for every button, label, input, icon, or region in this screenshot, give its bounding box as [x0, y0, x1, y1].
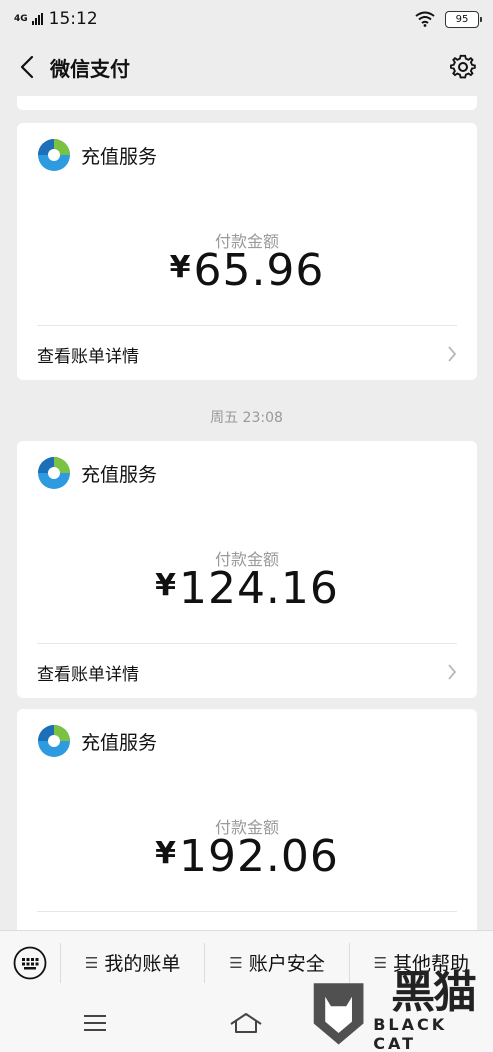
wechat-pay-service-logo	[38, 457, 70, 489]
view-bill-details-label: 查看账单详情	[37, 664, 139, 685]
chevron-right-icon	[448, 664, 457, 680]
black-cat-logo-icon	[313, 983, 364, 1045]
watermark-en: BLACK CAT	[373, 1015, 448, 1052]
payment-card: 充值服务 付款金额 ¥124.16 查看账单详情	[17, 441, 477, 698]
home-button[interactable]	[228, 1008, 264, 1038]
payment-card: 充值服务 付款金额 ¥192.06	[17, 709, 477, 949]
menu-icon: ☰	[229, 953, 243, 972]
amount-number: 124.16	[178, 563, 339, 614]
watermark: 黑猫 BLACK CAT	[308, 967, 493, 1052]
amount-value: ¥192.06	[17, 831, 477, 882]
merchant-name: 充值服务	[81, 145, 158, 168]
currency-symbol: ¥	[155, 836, 177, 871]
view-bill-details-link[interactable]: 查看账单详情	[37, 326, 457, 382]
back-button[interactable]	[12, 47, 42, 87]
amount-value: ¥124.16	[17, 563, 477, 614]
status-bar: 4G 15:12 95	[0, 0, 493, 38]
menu-icon: ☰	[373, 953, 388, 972]
battery-icon: 95	[445, 10, 482, 28]
status-time: 15:12	[48, 9, 98, 29]
date-separator: 周五 23:08	[210, 410, 283, 426]
wechat-pay-service-logo	[38, 139, 70, 171]
keyboard-icon	[13, 946, 47, 979]
signal-icon	[31, 13, 43, 25]
menu-icon: ☰	[84, 953, 99, 972]
menu-my-bills[interactable]: ☰ 我的账单	[60, 942, 204, 983]
merchant-name: 充值服务	[81, 731, 158, 754]
merchant-header: 充值服务	[37, 456, 157, 490]
settings-gear-icon	[450, 54, 476, 79]
network-indicator: 4G	[14, 13, 28, 24]
view-bill-details-link[interactable]: 查看账单详情	[37, 644, 457, 700]
currency-symbol: ¥	[169, 250, 192, 285]
previous-card-partial	[17, 96, 477, 110]
home-icon	[230, 1013, 262, 1033]
merchant-header: 充值服务	[37, 138, 157, 172]
menu-icon	[84, 1015, 106, 1031]
nav-bar: 微信支付	[0, 38, 493, 96]
battery-level: 95	[455, 13, 469, 25]
wechat-pay-service-logo	[38, 725, 70, 757]
watermark-cn: 黑猫	[391, 967, 477, 1018]
card-divider	[37, 911, 457, 912]
view-bill-details-label: 查看账单详情	[37, 346, 139, 367]
currency-symbol: ¥	[155, 568, 177, 603]
amount-number: 192.06	[178, 831, 339, 882]
wifi-icon	[415, 11, 435, 27]
merchant-header: 充值服务	[37, 724, 157, 758]
amount-number: 65.96	[193, 245, 325, 296]
keyboard-toggle-button[interactable]	[0, 931, 60, 995]
settings-button[interactable]	[445, 49, 481, 85]
payment-card: 充值服务 付款金额 ¥65.96 查看账单详情	[17, 123, 477, 380]
menu-item-label: 我的账单	[104, 953, 181, 975]
page-title: 微信支付	[50, 56, 130, 81]
amount-value: ¥65.96	[17, 245, 477, 296]
chevron-right-icon	[448, 346, 457, 362]
back-arrow-icon	[20, 55, 34, 79]
merchant-name: 充值服务	[81, 463, 158, 486]
recent-apps-button[interactable]	[80, 1008, 110, 1038]
